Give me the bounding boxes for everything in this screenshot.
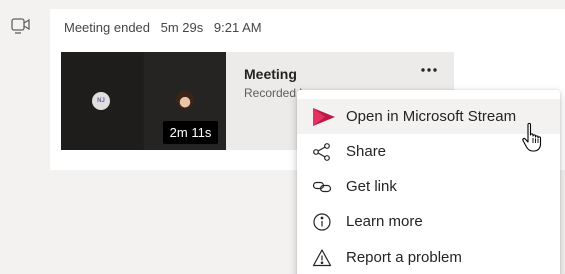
meeting-camera-icon (10, 15, 32, 35)
more-options-button[interactable] (418, 61, 440, 79)
menu-item-learn-more[interactable]: Learn more (297, 204, 560, 239)
menu-item-label: Open in Microsoft Stream (346, 108, 517, 125)
menu-item-label: Share (346, 143, 387, 160)
avatar-photo (176, 91, 194, 109)
recording-title: Meeting (244, 66, 297, 82)
hand-cursor-icon (520, 121, 548, 153)
menu-item-label: Get link (346, 178, 397, 195)
recording-duration-badge: 2m 11s (163, 121, 218, 144)
menu-item-label: Report a problem (346, 249, 462, 266)
avatar: NJ (92, 92, 110, 110)
recording-thumbnail[interactable]: NJ 2m 11s (61, 52, 226, 150)
menu-item-label: Learn more (346, 213, 423, 230)
menu-item-get-link[interactable]: Get link (297, 169, 560, 204)
menu-item-report-problem[interactable]: Report a problem (297, 240, 560, 274)
stream-icon (312, 107, 335, 127)
warning-icon (312, 248, 332, 268)
share-icon (312, 142, 332, 162)
link-icon (312, 177, 332, 197)
info-icon (312, 212, 332, 232)
meeting-time: 9:21 AM (213, 20, 262, 35)
ellipsis-icon (421, 68, 437, 72)
meeting-status: Meeting ended (64, 20, 151, 35)
participant-video-left: NJ (61, 52, 143, 150)
meeting-summary: Meeting ended 5m 29s 9:21 AM (64, 20, 269, 35)
recording-context-menu: Open in Microsoft Stream Share Get link (297, 90, 560, 274)
meeting-duration: 5m 29s (160, 20, 204, 35)
